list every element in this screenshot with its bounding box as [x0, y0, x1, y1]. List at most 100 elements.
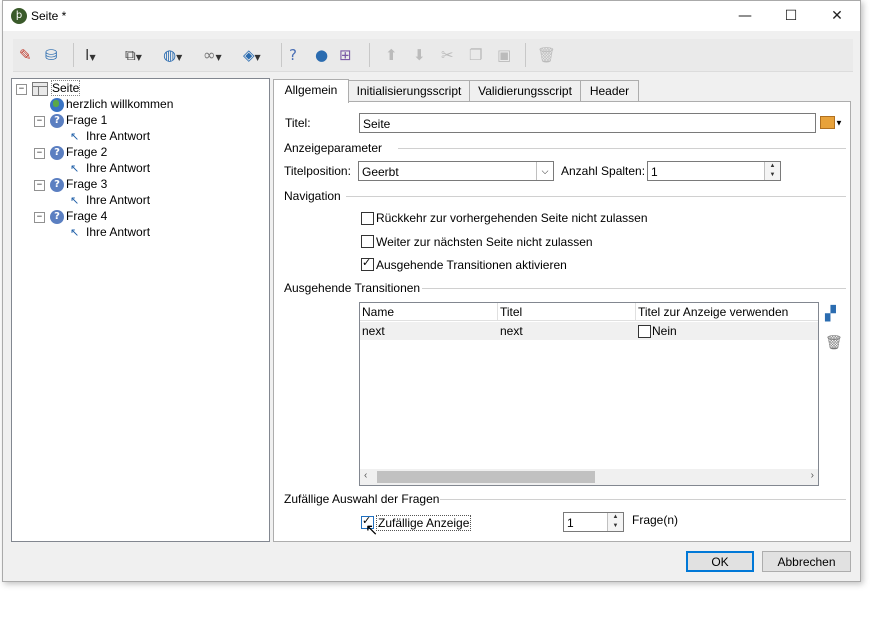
page-tree: − Seite herzlich willkommen − ? Frage 1 ↖… [11, 78, 270, 542]
random-count-input[interactable]: 1 ▲ ▼ [563, 512, 624, 532]
magic-wand-icon[interactable]: ✎ [19, 44, 32, 66]
columns-input[interactable]: 1 ▲ ▼ [647, 161, 781, 181]
tab-header[interactable]: Header [580, 80, 639, 102]
add-transition-icon[interactable]: ▞ [825, 306, 836, 322]
tree-node-welcome[interactable]: herzlich willkommen [50, 96, 173, 112]
paste-icon[interactable]: ▣ [497, 44, 511, 66]
title-position-label: Titelposition: [284, 164, 351, 178]
tree-node-question[interactable]: ? Frage 1 [50, 112, 107, 128]
tree-node-question[interactable]: ? Frage 2 [50, 144, 107, 160]
cancel-button[interactable]: Abbrechen [762, 551, 851, 572]
title-position-value: Geerbt [362, 165, 399, 179]
globe-icon[interactable]: ◍▼ [163, 44, 182, 66]
transitions-grid: Name Titel Titel zur Anzeige verwenden n… [359, 302, 819, 486]
question-icon: ? [50, 177, 64, 192]
column-header-title[interactable]: Titel [498, 303, 636, 321]
text-cursor-icon[interactable]: Ⅰ▼ [85, 44, 96, 66]
toolbar-separator [281, 43, 282, 67]
section-line [440, 499, 846, 500]
title-input[interactable]: Seite [359, 113, 816, 133]
scroll-left-icon[interactable]: ‹ [364, 470, 367, 481]
spin-down-icon[interactable]: ▼ [764, 171, 780, 180]
tree-node-answer[interactable]: ↖ Ihre Antwort [70, 128, 150, 144]
move-down-icon[interactable]: ⬇ [413, 44, 426, 66]
answer-cursor-icon: ↖ [70, 129, 80, 143]
move-up-icon[interactable]: ⬆ [385, 44, 398, 66]
tab-initialisierungsscript[interactable]: Initialisierungsscript [348, 80, 470, 102]
no-back-label: Rückkehr zur vorhergehenden Seite nicht … [376, 211, 648, 225]
question-icon: ? [50, 113, 64, 128]
scroll-thumb[interactable] [377, 471, 595, 483]
row-use-title: Nein [652, 324, 677, 338]
link-icon[interactable]: ∞▼ [203, 44, 222, 66]
ok-button[interactable]: OK [686, 551, 754, 572]
outgoing-transitions-checkbox[interactable] [361, 256, 374, 271]
tab-allgemein[interactable]: Allgemein [273, 79, 349, 103]
window-title: Seite * [31, 9, 67, 23]
toolbar: ✎ ⛁ Ⅰ▼ ⧉▼ ◍▼ ∞▼ ◈▼ ? ● ⊞ ⬆ ⬇ ✂ ❐ ▣ 🗑 [13, 39, 853, 72]
tree-node-answer[interactable]: ↖ Ihre Antwort [70, 160, 150, 176]
database-icon[interactable]: ⛁ [45, 44, 58, 66]
section-display-params: Anzeigeparameter [284, 141, 383, 155]
tree-node-question[interactable]: ? Frage 4 [50, 208, 107, 224]
page-icon [32, 81, 48, 96]
delete-transition-icon[interactable]: 🗑 [825, 335, 843, 351]
minimize-button[interactable]: — [722, 1, 768, 31]
close-button[interactable]: ✕ [814, 1, 860, 31]
title-label: Titel: [285, 116, 311, 130]
help-icon[interactable]: ? [289, 44, 297, 66]
column-header-use-title[interactable]: Titel zur Anzeige verwenden [636, 303, 818, 321]
title-position-select[interactable]: Geerbt ⌵ [358, 161, 554, 181]
shapes-icon[interactable]: ⧉▼ [125, 44, 142, 66]
tree-node-root[interactable]: Seite [32, 80, 81, 96]
mouse-cursor-icon: ↖ [365, 520, 379, 539]
add-component-icon[interactable]: ⊞ [339, 44, 352, 66]
collapse-toggle[interactable]: − [34, 180, 45, 191]
question-icon: ? [50, 209, 64, 224]
answer-cursor-icon: ↖ [70, 225, 80, 239]
chevron-down-icon[interactable]: ⌵ [536, 162, 553, 180]
outgoing-transitions-label: Ausgehende Transitionen aktivieren [376, 258, 567, 272]
cut-icon[interactable]: ✂ [441, 44, 454, 66]
answer-cursor-icon: ↖ [70, 161, 80, 175]
row-name: next [362, 324, 385, 338]
table-row[interactable]: next next Nein [360, 322, 818, 340]
section-line [398, 148, 846, 149]
toolbar-separator [525, 43, 526, 67]
copy-icon[interactable]: ❐ [469, 44, 482, 66]
section-outgoing-transitions: Ausgehende Transitionen [284, 281, 421, 295]
title-options-icon[interactable]: ▼ [820, 115, 848, 131]
tab-validierungsscript[interactable]: Validierungsscript [469, 80, 581, 102]
spin-down-icon[interactable]: ▼ [607, 522, 623, 531]
section-navigation: Navigation [284, 189, 341, 203]
section-random-selection: Zufällige Auswahl der Fragen [284, 492, 440, 506]
row-title: next [500, 324, 523, 338]
collapse-toggle[interactable]: − [34, 212, 45, 223]
horizontal-scrollbar[interactable]: ‹ › [360, 469, 818, 485]
user-icon[interactable]: ● [315, 44, 328, 66]
random-count-value: 1 [567, 516, 574, 530]
toolbar-separator [369, 43, 370, 67]
section-line [346, 196, 846, 197]
maximize-button[interactable]: ☐ [768, 1, 814, 31]
section-line [422, 288, 846, 289]
question-icon: ? [50, 145, 64, 160]
collapse-toggle[interactable]: − [34, 148, 45, 159]
tree-node-answer[interactable]: ↖ Ihre Antwort [70, 224, 150, 240]
columns-value: 1 [651, 165, 658, 179]
delete-icon[interactable]: 🗑 [537, 44, 556, 66]
columns-label: Anzahl Spalten: [561, 164, 646, 178]
column-header-name[interactable]: Name [360, 303, 498, 321]
scroll-right-icon[interactable]: › [811, 470, 814, 481]
tree-node-question[interactable]: ? Frage 3 [50, 176, 107, 192]
collapse-toggle[interactable]: − [34, 116, 45, 127]
random-unit-label: Frage(n) [632, 513, 679, 527]
collapse-toggle[interactable]: − [16, 84, 27, 95]
box-icon[interactable]: ◈▼ [243, 44, 261, 66]
answer-cursor-icon: ↖ [70, 193, 80, 207]
toolbar-separator [73, 43, 74, 67]
no-next-checkbox[interactable] [361, 235, 374, 248]
no-back-checkbox[interactable] [361, 212, 374, 225]
app-icon: ϸ [11, 8, 27, 24]
tree-node-answer[interactable]: ↖ Ihre Antwort [70, 192, 150, 208]
